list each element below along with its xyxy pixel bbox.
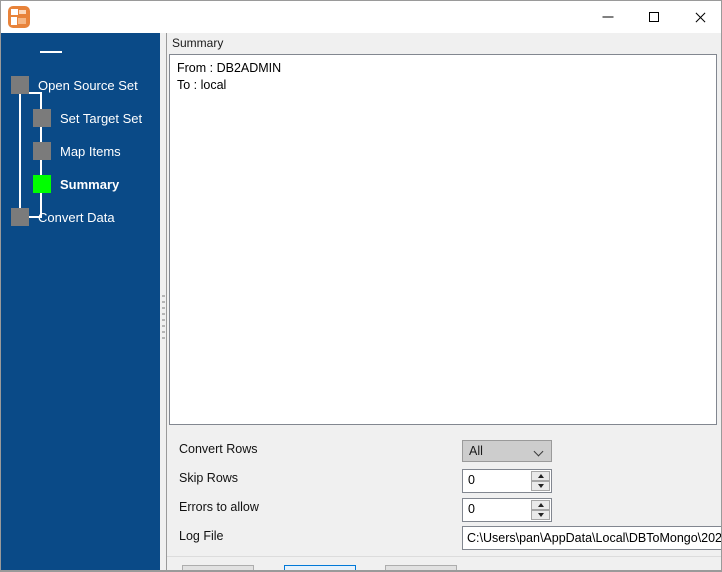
sidebar-step-open-source-set[interactable]: Open Source Set <box>11 75 138 95</box>
sidebar-step-label: Convert Data <box>38 209 115 225</box>
minimize-button[interactable] <box>585 1 631 32</box>
main-content-panel: Summary From : DB2ADMIN To : local Conve… <box>167 33 721 571</box>
step-marker-icon <box>33 109 51 127</box>
tree-connector-trunk <box>19 92 21 218</box>
errors-to-allow-row: Errors to allow 0 <box>167 495 721 522</box>
chevron-down-icon <box>537 484 544 488</box>
skip-rows-row: Skip Rows 0 <box>167 466 721 493</box>
chevron-up-icon <box>537 503 544 507</box>
maximize-icon <box>649 11 659 22</box>
sidebar-step-label: Open Source Set <box>38 77 138 93</box>
convert-rows-select[interactable]: All <box>462 440 552 462</box>
sidebar-step-map-items[interactable]: Map Items <box>33 141 121 161</box>
summary-caption: Summary <box>172 36 224 50</box>
errors-to-allow-increment-button[interactable] <box>531 500 550 510</box>
step-marker-icon <box>11 208 29 226</box>
log-file-row: Log File <box>167 524 721 550</box>
title-bar <box>1 1 721 34</box>
panel-splitter[interactable] <box>160 33 167 571</box>
window-bottom-border <box>1 570 721 571</box>
convert-rows-row: Convert Rows All <box>167 437 721 463</box>
wizard-step-sidebar: Open Source Set Set Target Set Map Items… <box>1 33 160 571</box>
step-marker-icon <box>33 142 51 160</box>
summary-text-area[interactable]: From : DB2ADMIN To : local <box>169 54 717 425</box>
skip-rows-decrement-button[interactable] <box>531 481 550 491</box>
convert-rows-label: Convert Rows <box>179 442 258 456</box>
log-file-label: Log File <box>179 529 224 543</box>
sidebar-step-summary[interactable]: Summary <box>33 174 119 194</box>
sidebar-step-label: Summary <box>60 176 120 192</box>
application-window: Open Source Set Set Target Set Map Items… <box>0 0 722 572</box>
skip-rows-stepper[interactable]: 0 <box>462 469 552 493</box>
step-marker-icon <box>11 76 29 94</box>
sidebar-step-set-target-set[interactable]: Set Target Set <box>33 108 142 128</box>
skip-rows-value: 0 <box>468 473 475 487</box>
sidebar-step-label: Map Items <box>60 143 121 159</box>
tree-connector-open-source <box>40 51 62 53</box>
splitter-grip-icon <box>162 295 165 343</box>
step-marker-icon <box>33 175 51 193</box>
summary-group-box: Summary From : DB2ADMIN To : local <box>169 36 717 426</box>
log-file-input[interactable] <box>462 526 721 550</box>
maximize-button[interactable] <box>631 1 677 32</box>
chevron-down-icon <box>537 513 544 517</box>
sidebar-step-label: Set Target Set <box>60 110 143 126</box>
convert-rows-value: All <box>469 444 483 458</box>
close-icon <box>694 11 706 23</box>
errors-to-allow-stepper[interactable]: 0 <box>462 498 552 522</box>
chevron-up-icon <box>537 474 544 478</box>
app-logo-icon <box>8 6 30 28</box>
errors-to-allow-label: Errors to allow <box>179 500 259 514</box>
summary-text-content: From : DB2ADMIN To : local <box>177 61 282 92</box>
minimize-icon <box>602 16 614 17</box>
errors-to-allow-decrement-button[interactable] <box>531 510 550 520</box>
skip-rows-increment-button[interactable] <box>531 471 550 481</box>
errors-to-allow-value: 0 <box>468 502 475 516</box>
close-button[interactable] <box>677 1 721 32</box>
conversion-options-form: Convert Rows All Skip Rows 0 Errors to a… <box>167 431 721 556</box>
sidebar-step-convert-data[interactable]: Convert Data <box>11 207 115 227</box>
chevron-down-icon <box>535 448 543 456</box>
skip-rows-label: Skip Rows <box>179 471 239 485</box>
